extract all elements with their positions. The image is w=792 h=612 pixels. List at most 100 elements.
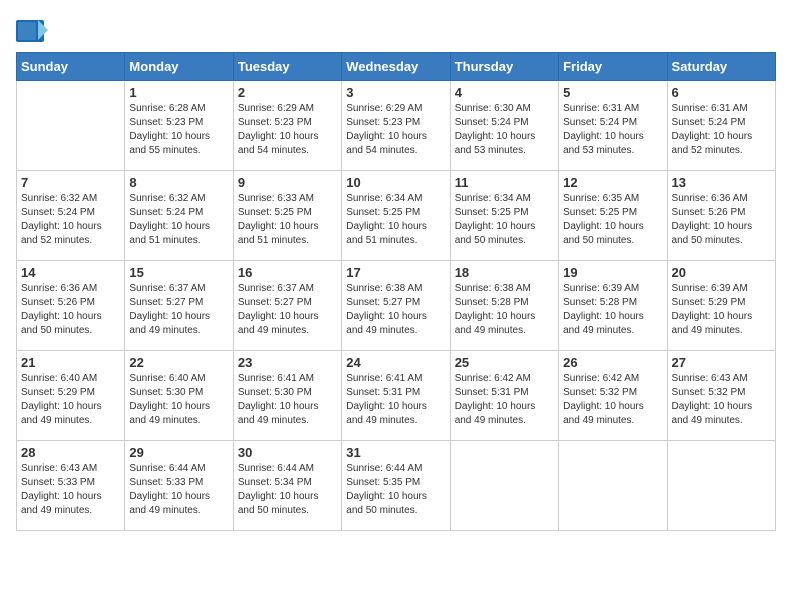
calendar-cell [559,441,667,531]
day-info: Sunrise: 6:33 AM Sunset: 5:25 PM Dayligh… [238,192,337,248]
calendar-header-row: SundayMondayTuesdayWednesdayThursdayFrid… [17,53,776,81]
day-info: Sunrise: 6:30 AM Sunset: 5:24 PM Dayligh… [455,102,554,158]
day-info: Sunrise: 6:37 AM Sunset: 5:27 PM Dayligh… [129,282,228,338]
calendar-cell: 16Sunrise: 6:37 AM Sunset: 5:27 PM Dayli… [233,261,341,351]
calendar-week-row: 28 Sunrise: 6:43 AM Sunset: 5:33 PM Dayli… [17,441,776,531]
day-number: 21 [21,355,120,370]
day-number: 28 [21,445,120,460]
calendar-cell: 4 Sunrise: 6:30 AM Sunset: 5:24 PM Daylig… [450,81,558,171]
day-info: Sunrise: 6:32 AM Sunset: 5:24 PM Dayligh… [21,192,120,248]
day-number: 18 [455,265,554,280]
day-info: Sunrise: 6:38 AM Sunset: 5:27 PM Dayligh… [346,282,445,338]
day-number: 30 [238,445,337,460]
page-header [16,16,776,48]
calendar-cell: 30 Sunrise: 6:44 AM Sunset: 5:34 PM Dayli… [233,441,341,531]
day-info: Sunrise: 6:39 AM Sunset: 5:29 PM Dayligh… [672,282,771,338]
day-info: Sunrise: 6:40 AM Sunset: 5:29 PM Dayligh… [21,372,120,428]
calendar-cell: 22 Sunrise: 6:40 AM Sunset: 5:30 PM Dayli… [125,351,233,441]
calendar-week-row: 7 Sunrise: 6:32 AM Sunset: 5:24 PM Daylig… [17,171,776,261]
calendar-cell: 6 Sunrise: 6:31 AM Sunset: 5:24 PM Daylig… [667,81,775,171]
day-info: Sunrise: 6:43 AM Sunset: 5:33 PM Dayligh… [21,462,120,518]
calendar-cell: 8 Sunrise: 6:32 AM Sunset: 5:24 PM Daylig… [125,171,233,261]
day-number: 24 [346,355,445,370]
calendar-cell: 23Sunrise: 6:41 AM Sunset: 5:30 PM Dayli… [233,351,341,441]
calendar-cell: 19 Sunrise: 6:39 AM Sunset: 5:28 PM Dayli… [559,261,667,351]
day-number: 31 [346,445,445,460]
day-info: Sunrise: 6:36 AM Sunset: 5:26 PM Dayligh… [21,282,120,338]
day-number: 11 [455,175,554,190]
logo [16,20,52,48]
day-info: Sunrise: 6:42 AM Sunset: 5:31 PM Dayligh… [455,372,554,428]
calendar-cell: 9 Sunrise: 6:33 AM Sunset: 5:25 PM Daylig… [233,171,341,261]
day-info: Sunrise: 6:41 AM Sunset: 5:31 PM Dayligh… [346,372,445,428]
calendar-cell [450,441,558,531]
calendar-cell: 25Sunrise: 6:42 AM Sunset: 5:31 PM Dayli… [450,351,558,441]
day-number: 22 [129,355,228,370]
day-info: Sunrise: 6:32 AM Sunset: 5:24 PM Dayligh… [129,192,228,248]
day-number: 4 [455,85,554,100]
weekday-header: Sunday [17,53,125,81]
weekday-header: Saturday [667,53,775,81]
day-number: 27 [672,355,771,370]
calendar-cell: 27 Sunrise: 6:43 AM Sunset: 5:32 PM Dayli… [667,351,775,441]
day-info: Sunrise: 6:44 AM Sunset: 5:34 PM Dayligh… [238,462,337,518]
calendar-cell: 28 Sunrise: 6:43 AM Sunset: 5:33 PM Dayli… [17,441,125,531]
calendar-cell: 7 Sunrise: 6:32 AM Sunset: 5:24 PM Daylig… [17,171,125,261]
calendar-cell [667,441,775,531]
day-info: Sunrise: 6:28 AM Sunset: 5:23 PM Dayligh… [129,102,228,158]
day-number: 6 [672,85,771,100]
calendar-cell: 5Sunrise: 6:31 AM Sunset: 5:24 PM Daylig… [559,81,667,171]
day-number: 26 [563,355,662,370]
weekday-header: Monday [125,53,233,81]
day-info: Sunrise: 6:43 AM Sunset: 5:32 PM Dayligh… [672,372,771,428]
day-info: Sunrise: 6:41 AM Sunset: 5:30 PM Dayligh… [238,372,337,428]
calendar-cell [17,81,125,171]
calendar-cell: 31 Sunrise: 6:44 AM Sunset: 5:35 PM Dayli… [342,441,450,531]
day-number: 2 [238,85,337,100]
calendar-cell: 15 Sunrise: 6:37 AM Sunset: 5:27 PM Dayli… [125,261,233,351]
calendar-cell: 2 Sunrise: 6:29 AM Sunset: 5:23 PM Daylig… [233,81,341,171]
logo-icon [16,20,48,48]
calendar-cell: 14 Sunrise: 6:36 AM Sunset: 5:26 PM Dayli… [17,261,125,351]
day-number: 17 [346,265,445,280]
calendar-cell: 20Sunrise: 6:39 AM Sunset: 5:29 PM Dayli… [667,261,775,351]
day-info: Sunrise: 6:39 AM Sunset: 5:28 PM Dayligh… [563,282,662,338]
day-info: Sunrise: 6:44 AM Sunset: 5:33 PM Dayligh… [129,462,228,518]
calendar-week-row: 21 Sunrise: 6:40 AM Sunset: 5:29 PM Dayli… [17,351,776,441]
day-info: Sunrise: 6:34 AM Sunset: 5:25 PM Dayligh… [346,192,445,248]
day-number: 7 [21,175,120,190]
weekday-header: Wednesday [342,53,450,81]
weekday-header: Friday [559,53,667,81]
calendar-week-row: 14 Sunrise: 6:36 AM Sunset: 5:26 PM Dayli… [17,261,776,351]
calendar-cell: 1 Sunrise: 6:28 AM Sunset: 5:23 PM Daylig… [125,81,233,171]
day-info: Sunrise: 6:29 AM Sunset: 5:23 PM Dayligh… [238,102,337,158]
calendar-cell: 18 Sunrise: 6:38 AM Sunset: 5:28 PM Dayli… [450,261,558,351]
day-info: Sunrise: 6:31 AM Sunset: 5:24 PM Dayligh… [672,102,771,158]
day-number: 15 [129,265,228,280]
weekday-header: Thursday [450,53,558,81]
calendar-cell: 10Sunrise: 6:34 AM Sunset: 5:25 PM Dayli… [342,171,450,261]
calendar-cell: 24 Sunrise: 6:41 AM Sunset: 5:31 PM Dayli… [342,351,450,441]
day-info: Sunrise: 6:34 AM Sunset: 5:25 PM Dayligh… [455,192,554,248]
weekday-header: Tuesday [233,53,341,81]
day-number: 16 [238,265,337,280]
day-info: Sunrise: 6:35 AM Sunset: 5:25 PM Dayligh… [563,192,662,248]
calendar-cell: 26Sunrise: 6:42 AM Sunset: 5:32 PM Dayli… [559,351,667,441]
calendar-cell: 3 Sunrise: 6:29 AM Sunset: 5:23 PM Daylig… [342,81,450,171]
day-info: Sunrise: 6:29 AM Sunset: 5:23 PM Dayligh… [346,102,445,158]
calendar-week-row: 1 Sunrise: 6:28 AM Sunset: 5:23 PM Daylig… [17,81,776,171]
day-number: 9 [238,175,337,190]
day-number: 3 [346,85,445,100]
day-number: 19 [563,265,662,280]
day-info: Sunrise: 6:40 AM Sunset: 5:30 PM Dayligh… [129,372,228,428]
calendar-cell: 17 Sunrise: 6:38 AM Sunset: 5:27 PM Dayli… [342,261,450,351]
calendar-cell: 12Sunrise: 6:35 AM Sunset: 5:25 PM Dayli… [559,171,667,261]
day-number: 1 [129,85,228,100]
day-number: 29 [129,445,228,460]
day-info: Sunrise: 6:38 AM Sunset: 5:28 PM Dayligh… [455,282,554,338]
calendar-cell: 29 Sunrise: 6:44 AM Sunset: 5:33 PM Dayli… [125,441,233,531]
day-info: Sunrise: 6:44 AM Sunset: 5:35 PM Dayligh… [346,462,445,518]
day-number: 14 [21,265,120,280]
day-number: 8 [129,175,228,190]
calendar-cell: 11 Sunrise: 6:34 AM Sunset: 5:25 PM Dayli… [450,171,558,261]
